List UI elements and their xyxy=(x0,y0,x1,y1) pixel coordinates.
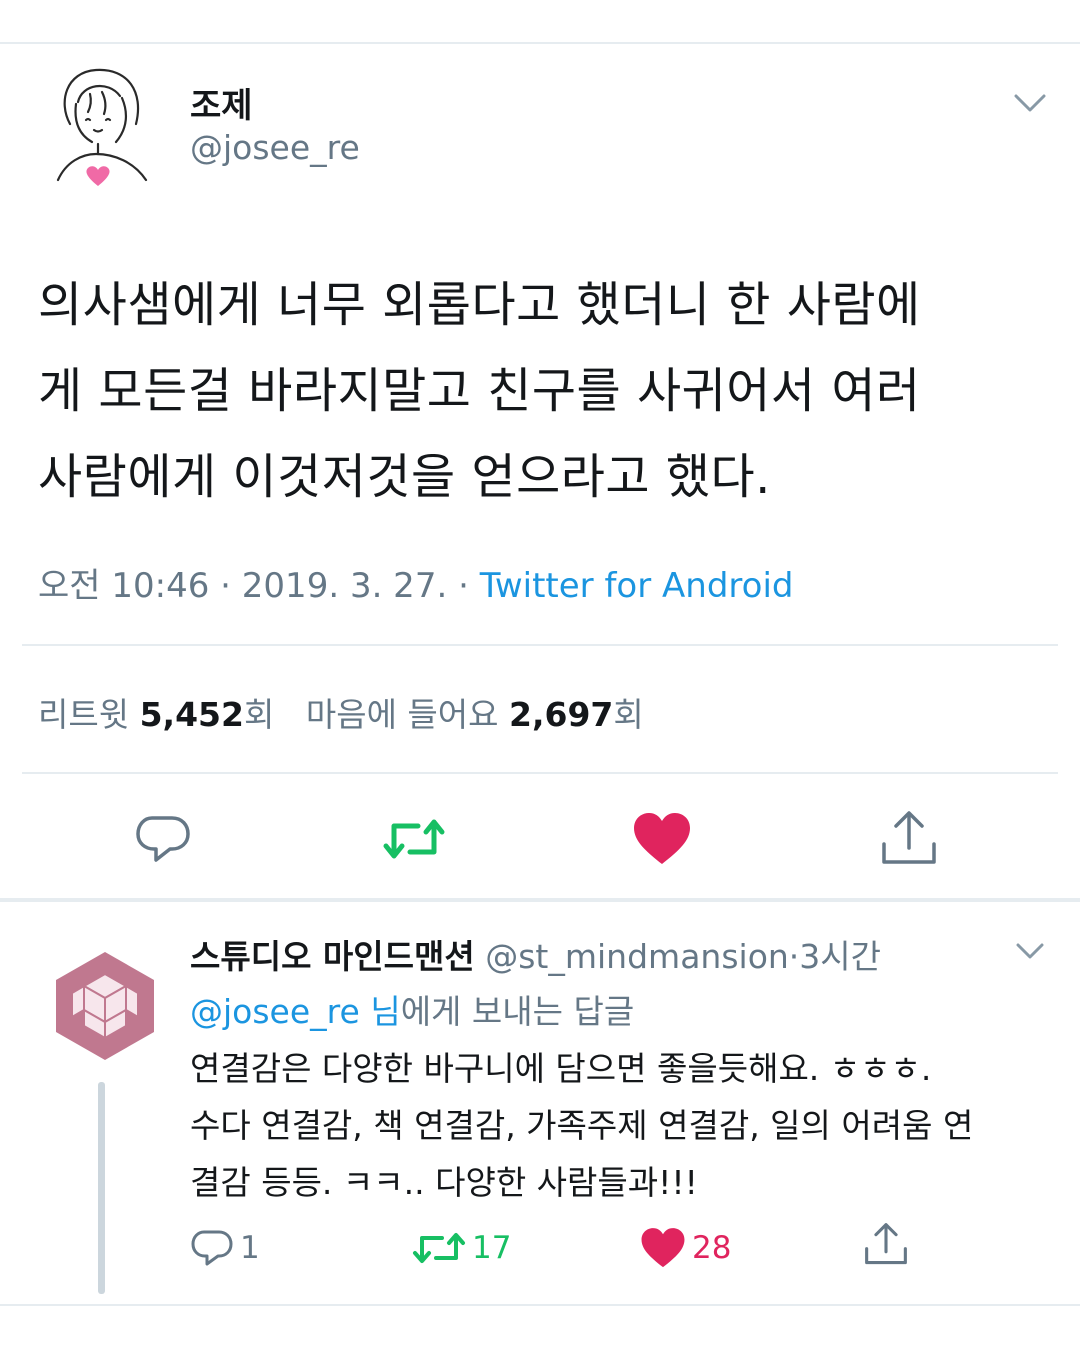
retweet-button[interactable] xyxy=(382,814,446,868)
heart-icon xyxy=(641,1228,685,1268)
reply-bubble-icon xyxy=(136,816,190,862)
reply-bubble-icon xyxy=(191,1230,233,1266)
tweet-menu-chevron-down-icon[interactable] xyxy=(1012,88,1048,118)
author-avatar[interactable] xyxy=(48,62,158,197)
tweet-stats: 리트윗 5,452회 마음에 들어요 2,697회 xyxy=(38,688,644,736)
bottom-divider xyxy=(0,1304,1080,1306)
retweets-label: 리트윗 xyxy=(38,695,130,734)
section-divider xyxy=(0,898,1080,902)
meta-separator: · xyxy=(788,937,800,976)
like-count: 28 xyxy=(692,1230,732,1266)
replying-to-suffix: 에게 보내는 답글 xyxy=(400,992,635,1031)
tweet-time[interactable]: 오전 10:46 xyxy=(38,566,209,606)
reply-author-name[interactable]: 스튜디오 마인드맨션 xyxy=(190,937,475,976)
likes-stat[interactable]: 마음에 들어요 2,697회 xyxy=(306,695,644,734)
likes-unit: 회 xyxy=(613,695,644,734)
reply-author-handle[interactable]: @st_mindmansion xyxy=(485,937,789,976)
retweet-icon xyxy=(413,1233,465,1263)
tweet-source-link[interactable]: Twitter for Android xyxy=(480,566,794,606)
reply-text-line: 연결감은 다양한 바구니에 담으면 좋을듯해요. ㅎㅎㅎ. xyxy=(190,1049,932,1088)
share-upload-icon xyxy=(865,1223,907,1265)
reply-author-avatar[interactable] xyxy=(50,950,160,1062)
cube-logo-icon xyxy=(56,952,154,1060)
share-button[interactable] xyxy=(878,808,940,872)
meta-separator: · xyxy=(458,566,469,606)
retweets-unit: 회 xyxy=(243,695,275,734)
reply-text: 연결감은 다양한 바구니에 담으면 좋을듯해요. ㅎㅎㅎ. 수다 연결감, 책 … xyxy=(190,1040,1050,1211)
meta-separator: · xyxy=(220,566,231,606)
reply-retweet-button[interactable]: 17 xyxy=(412,1226,511,1270)
girl-with-heart-avatar-icon xyxy=(56,68,148,186)
tweet-text: 의사샘에게 너무 외롭다고 했더니 한 사람에 게 모든걸 바라지말고 친구를 … xyxy=(38,262,1048,520)
reply-text-line: 수다 연결감, 책 연결감, 가족주제 연결감, 일의 어려움 연 xyxy=(190,1106,974,1145)
retweets-count: 5,452 xyxy=(139,695,244,734)
retweet-count: 17 xyxy=(472,1230,512,1266)
retweets-stat[interactable]: 리트윗 5,452회 xyxy=(38,695,274,734)
tweet-text-line: 의사샘에게 너무 외롭다고 했더니 한 사람에 xyxy=(38,277,921,333)
replying-to-honorific: 님 xyxy=(370,992,401,1031)
reply-header: 스튜디오 마인드맨션 @st_mindmansion·3시간 xyxy=(190,930,881,978)
heart-icon xyxy=(634,813,690,864)
share-upload-icon xyxy=(882,811,936,864)
reply-reply-button[interactable]: 1 xyxy=(190,1226,260,1270)
tweet-text-line: 게 모든걸 바라지말고 친구를 사귀어서 여러 xyxy=(38,363,921,419)
like-button[interactable] xyxy=(632,812,692,870)
reply-count: 1 xyxy=(240,1230,260,1266)
replying-to: @josee_re 님에게 보내는 답글 xyxy=(190,985,634,1033)
author-handle[interactable]: @josee_re xyxy=(190,128,360,167)
divider xyxy=(22,772,1058,774)
retweet-icon xyxy=(383,819,445,859)
likes-count: 2,697 xyxy=(509,695,614,734)
reply-share-button[interactable] xyxy=(862,1222,910,1266)
divider xyxy=(22,644,1058,646)
reply-menu-chevron-down-icon[interactable] xyxy=(1014,938,1046,964)
reply-time[interactable]: 3시간 xyxy=(799,937,881,976)
reply-text-line: 결감 등등. ㅋㅋ.. 다양한 사람들과!!! xyxy=(190,1163,698,1202)
top-divider xyxy=(0,42,1080,44)
tweet-text-line: 사람에게 이것저것을 얻으라고 했다. xyxy=(38,449,771,505)
tweet-date[interactable]: 2019. 3. 27. xyxy=(242,566,447,606)
tweet-meta: 오전 10:46 · 2019. 3. 27. · Twitter for An… xyxy=(38,558,793,607)
replying-to-mention[interactable]: @josee_re xyxy=(190,992,360,1031)
thread-line xyxy=(98,1082,105,1294)
author-display-name[interactable]: 조제 xyxy=(190,78,253,127)
reply-button[interactable] xyxy=(134,812,192,870)
reply-like-button[interactable]: 28 xyxy=(640,1226,731,1270)
likes-label: 마음에 들어요 xyxy=(305,695,499,734)
